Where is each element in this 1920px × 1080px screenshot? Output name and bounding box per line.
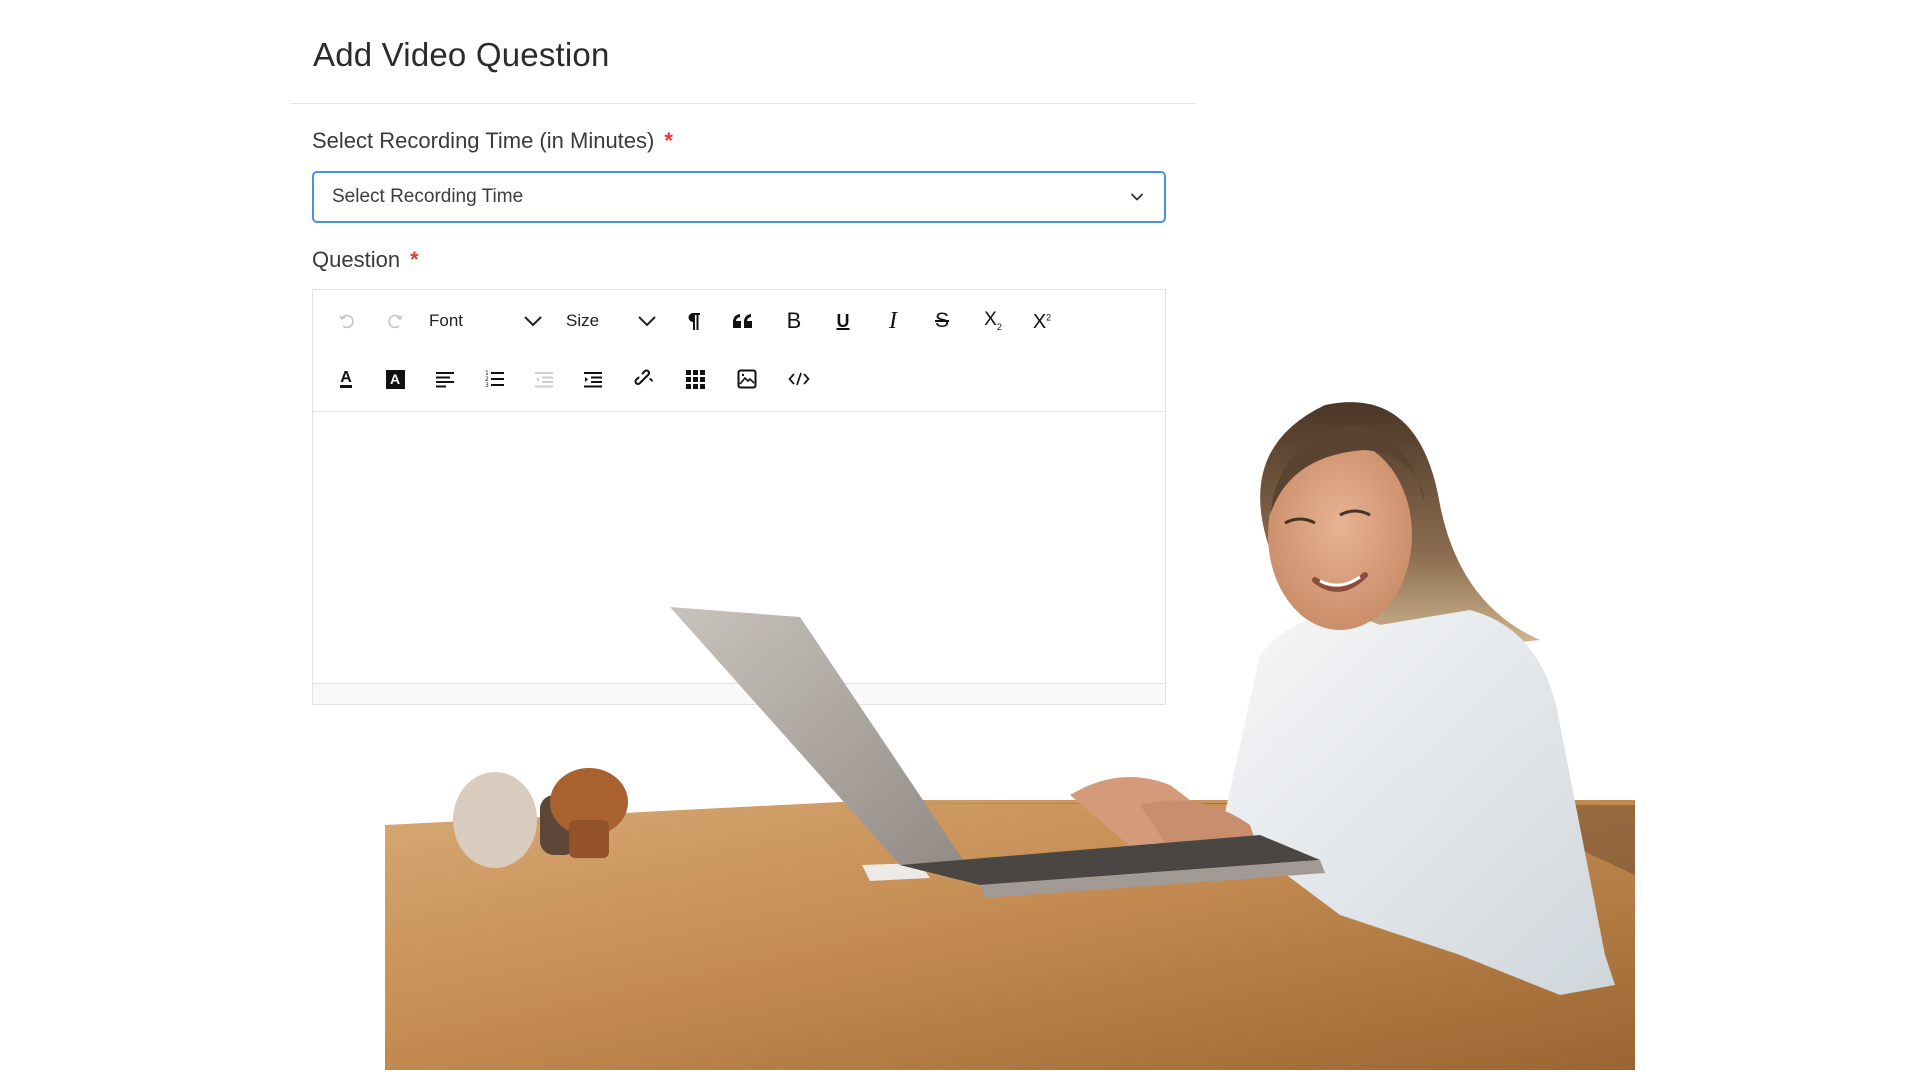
align-left-icon [436, 372, 454, 388]
strikethrough-icon: S [934, 309, 949, 332]
font-dropdown[interactable]: Font [429, 311, 463, 331]
chevron-down-icon [638, 316, 656, 327]
quote-icon [733, 314, 752, 328]
recording-time-placeholder: Select Recording Time [332, 186, 524, 207]
question-label-text: Question [312, 247, 401, 272]
question-label: Question * [312, 247, 419, 273]
code-icon [788, 372, 810, 386]
subscript-icon: X2 [984, 309, 1002, 332]
font-color-button[interactable]: A [330, 363, 362, 395]
size-dropdown[interactable]: Size [566, 311, 599, 331]
size-dropdown-toggle[interactable] [631, 305, 663, 337]
redo-icon [388, 314, 403, 329]
link-icon [634, 369, 653, 385]
pilcrow-icon [688, 313, 700, 330]
indent-button[interactable] [577, 363, 609, 395]
recording-time-label: Select Recording Time (in Minutes) * [312, 128, 673, 154]
redo-button[interactable] [379, 305, 411, 337]
chevron-down-icon [524, 316, 542, 327]
table-button[interactable] [679, 363, 711, 395]
undo-button[interactable] [331, 305, 363, 337]
subscript-number: 2 [996, 321, 1002, 332]
highlight-color-button[interactable]: A [379, 363, 411, 395]
italic-icon: I [889, 307, 897, 334]
superscript-number: 2 [1046, 311, 1052, 322]
underline-icon: U [836, 310, 850, 331]
editor-toolbar: Font Size B U I S X2 X2 A A 1 2 3 [313, 290, 1165, 412]
superscript-icon: X2 [1033, 311, 1051, 334]
required-indicator: * [664, 128, 673, 153]
strikethrough-button[interactable]: S [926, 305, 958, 337]
highlight-color-icon: A [385, 369, 405, 389]
image-icon [737, 369, 757, 389]
recording-time-label-text: Select Recording Time (in Minutes) [312, 128, 655, 153]
title-divider [290, 103, 1196, 104]
indent-icon [584, 372, 602, 388]
image-button[interactable] [731, 363, 763, 395]
recording-time-select[interactable]: Select Recording Time [312, 171, 1166, 223]
font-dropdown-toggle[interactable] [517, 305, 549, 337]
bold-button[interactable]: B [778, 305, 810, 337]
paragraph-button[interactable] [678, 305, 710, 337]
svg-text:3: 3 [485, 382, 489, 389]
bold-icon: B [786, 308, 802, 333]
italic-button[interactable]: I [877, 305, 909, 337]
list-button[interactable]: 123 [479, 363, 511, 395]
font-color-icon: A [340, 369, 352, 388]
code-view-button[interactable] [783, 363, 815, 395]
subscript-glyph: X [984, 308, 997, 330]
illustration-photo [385, 402, 1635, 1070]
required-indicator: * [410, 247, 419, 272]
ordered-list-icon: 123 [485, 370, 504, 389]
page-title: Add Video Question [313, 36, 610, 73]
align-button[interactable] [429, 363, 461, 395]
link-button[interactable] [628, 363, 660, 395]
superscript-button[interactable]: X2 [1026, 306, 1058, 338]
outdent-button[interactable] [528, 363, 560, 395]
chevron-down-icon [1131, 193, 1143, 201]
blockquote-button[interactable] [727, 305, 759, 337]
underline-button[interactable]: U [827, 305, 859, 337]
undo-icon [339, 314, 354, 329]
subscript-button[interactable]: X2 [977, 304, 1009, 336]
outdent-icon [535, 372, 553, 388]
table-icon [685, 369, 705, 389]
superscript-glyph: X [1032, 310, 1047, 333]
